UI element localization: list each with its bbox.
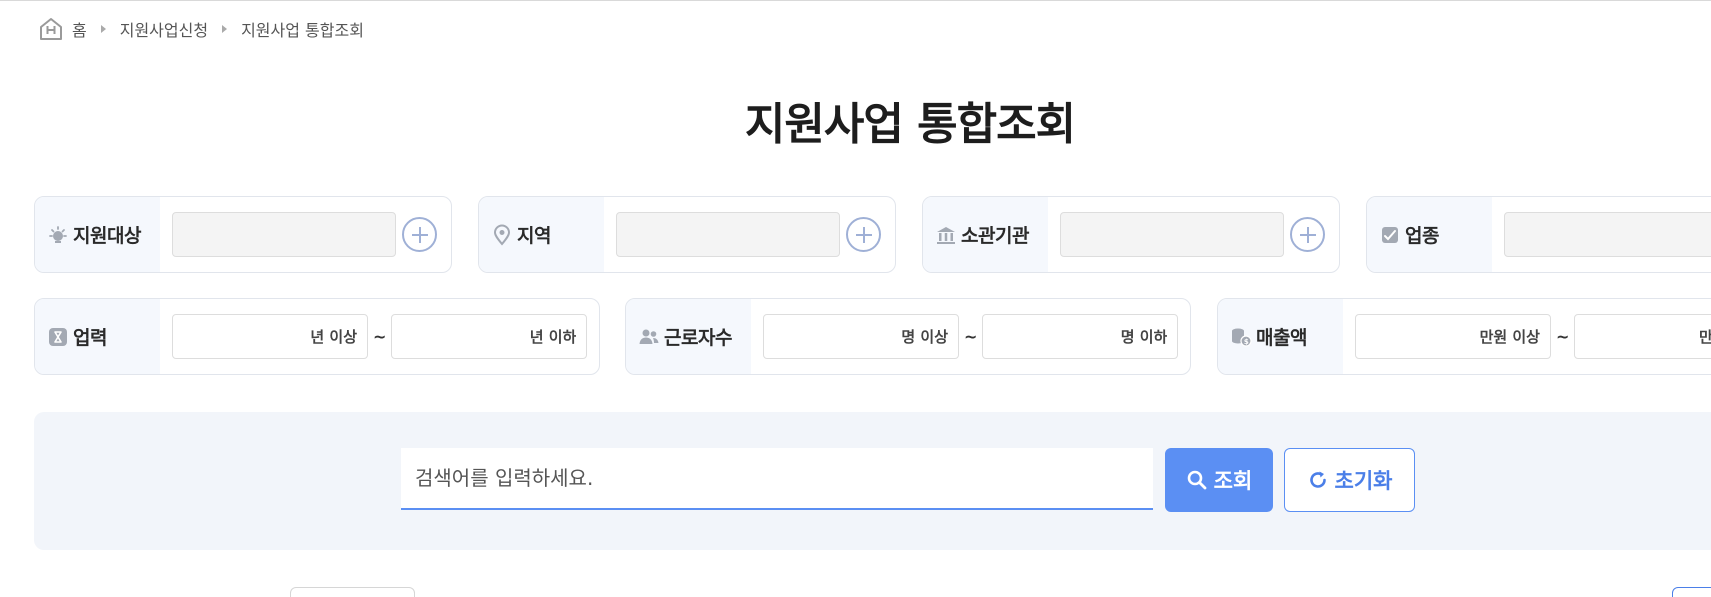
filter-region: 지역 <box>478 196 896 273</box>
filter-region-label: 지역 <box>479 197 604 272</box>
filter-agency-body <box>1048 197 1339 272</box>
breadcrumb-home[interactable]: 홈 <box>72 17 87 41</box>
coins-icon: $ <box>1232 328 1252 347</box>
filter-agency-field[interactable] <box>1060 212 1284 257</box>
filter-industry-body <box>1492 197 1711 272</box>
filter-target-field[interactable] <box>172 212 396 257</box>
add-agency-button[interactable] <box>1290 217 1325 252</box>
reset-button[interactable]: 초기화 <box>1284 448 1415 512</box>
result-action-button[interactable] <box>1672 587 1711 597</box>
filter-years-label: 업력 <box>35 299 160 374</box>
reset-button-label: 초기화 <box>1334 469 1393 493</box>
people-icon <box>639 329 659 344</box>
filter-sales: $ 매출액 ~ <box>1217 298 1711 375</box>
sales-min-input[interactable] <box>1355 314 1551 359</box>
filter-agency-label: 소관기관 <box>923 197 1048 272</box>
range-separator: ~ <box>373 327 387 346</box>
filter-region-field[interactable] <box>616 212 840 257</box>
years-max-input[interactable] <box>391 314 588 359</box>
search-input[interactable] <box>401 448 1153 510</box>
filter-target-label: 지원대상 <box>35 197 160 272</box>
page-title: 지원사업 통합조회 <box>744 99 1076 150</box>
filter-sales-body: ~ <box>1343 299 1711 374</box>
filter-sales-label: $ 매출액 <box>1218 299 1343 374</box>
result-sort-dropdown[interactable] <box>290 587 415 597</box>
industry-card-icon <box>1382 226 1398 243</box>
filter-agency: 소관기관 <box>922 196 1340 273</box>
search-button-label: 조회 <box>1213 469 1253 493</box>
top-divider <box>0 0 1711 1</box>
years-min-input[interactable] <box>172 314 368 359</box>
search-icon <box>1187 470 1207 490</box>
filter-industry-field[interactable] <box>1504 212 1711 257</box>
range-separator: ~ <box>964 327 978 346</box>
add-region-button[interactable] <box>846 217 881 252</box>
filter-years-body: ~ <box>160 299 599 374</box>
filter-workers-body: ~ <box>751 299 1190 374</box>
filter-workers: 근로자수 ~ <box>625 298 1191 375</box>
workers-max-input[interactable] <box>982 314 1179 359</box>
breadcrumb-level2[interactable]: 지원사업 통합조회 <box>241 17 364 41</box>
home-icon[interactable] <box>38 16 64 42</box>
add-target-button[interactable] <box>402 217 437 252</box>
location-pin-icon <box>493 224 511 246</box>
filter-industry: 업종 <box>1366 196 1711 273</box>
breadcrumb-level1[interactable]: 지원사업신청 <box>120 17 208 41</box>
search-button[interactable]: 조회 <box>1165 448 1273 512</box>
filter-target: 지원대상 <box>34 196 452 273</box>
institution-icon <box>937 226 955 244</box>
filter-workers-label: 근로자수 <box>626 299 751 374</box>
sales-max-input[interactable] <box>1574 314 1711 359</box>
lightbulb-icon <box>49 225 67 243</box>
hourglass-icon <box>49 327 67 346</box>
chevron-right-icon <box>100 25 106 33</box>
refresh-icon <box>1309 471 1326 488</box>
filter-years: 업력 ~ <box>34 298 600 375</box>
breadcrumb: 홈 지원사업신청 지원사업 통합조회 <box>38 16 364 42</box>
chevron-right-icon <box>222 25 228 33</box>
filter-industry-label: 업종 <box>1367 197 1492 272</box>
svg-text:$: $ <box>1244 338 1249 346</box>
workers-min-input[interactable] <box>763 314 959 359</box>
filter-target-body <box>160 197 451 272</box>
range-separator: ~ <box>1556 327 1570 346</box>
filter-region-body <box>604 197 895 272</box>
